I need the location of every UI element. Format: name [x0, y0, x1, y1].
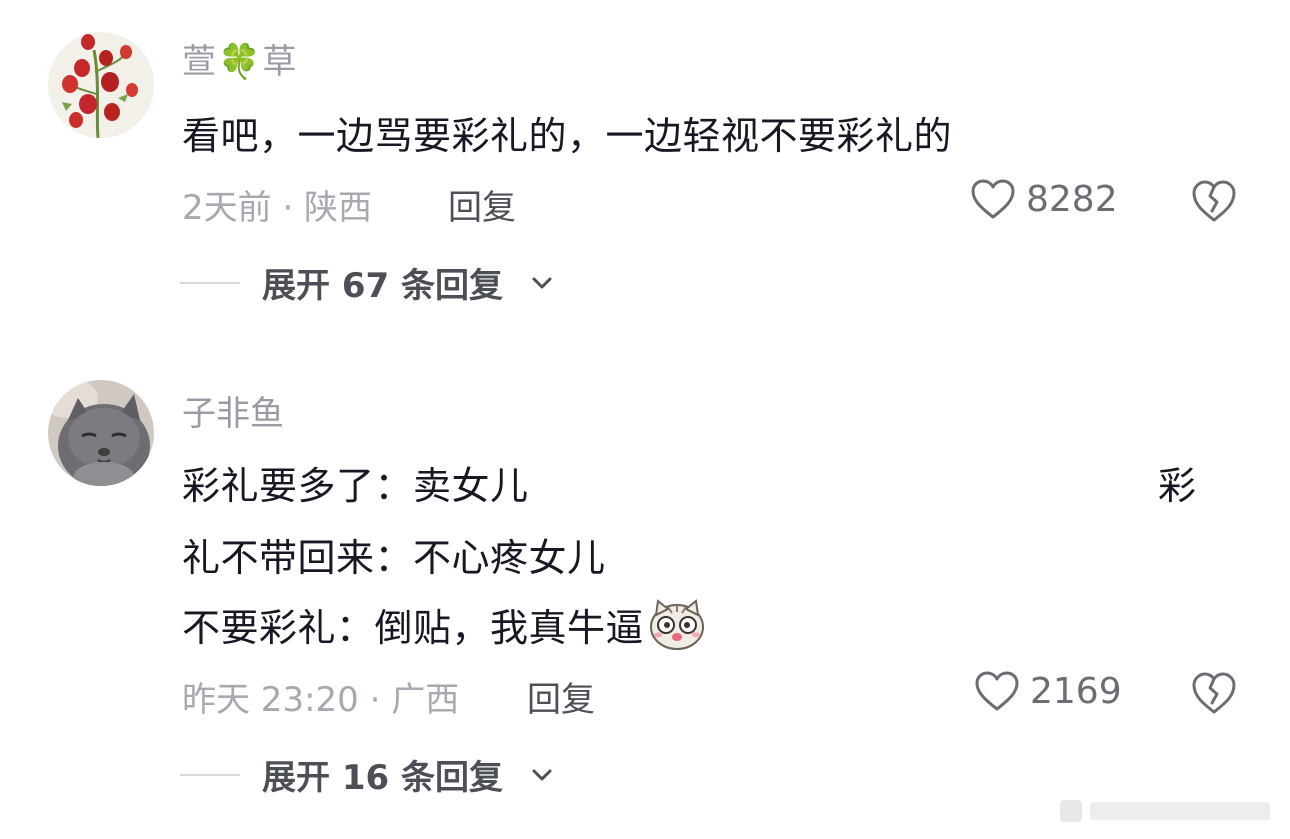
watermark-logo — [1060, 800, 1270, 822]
comment-text-line: 礼不带回来：不心疼女儿 — [182, 536, 606, 580]
comment-text-content: 不要彩礼：倒贴，我真牛逼 — [182, 606, 645, 650]
surprised-cat-emoji-icon — [650, 599, 705, 650]
comment-item: 子非鱼 彩礼要多了：卖女儿 彩 礼不带回来：不心疼女儿 不要彩礼：倒贴，我真牛逼… — [0, 0, 1290, 839]
gray-cat-avatar-icon — [48, 380, 154, 486]
comment-text-line: 彩礼要多了：卖女儿 — [182, 464, 529, 508]
heart-icon — [975, 671, 1019, 711]
comment-text-line: 不要彩礼：倒贴，我真牛逼 — [182, 597, 706, 652]
like-count: 2169 — [1030, 670, 1122, 712]
expand-replies-button[interactable]: 展开 16 条回复 — [180, 750, 553, 799]
divider-line — [180, 773, 240, 776]
comment-username[interactable]: 子非鱼 — [182, 386, 284, 435]
expand-label: 展开 16 条回复 — [262, 758, 503, 798]
user-avatar[interactable] — [48, 380, 154, 486]
like-button[interactable]: 2169 — [974, 670, 1122, 712]
chevron-down-icon — [532, 769, 552, 780]
reply-button[interactable]: 回复 — [527, 672, 595, 721]
broken-heart-icon[interactable] — [1190, 670, 1238, 716]
truncated-side-text: 彩 — [1158, 464, 1197, 508]
comment-meta: 昨天 23:20 · 广西 — [182, 680, 460, 720]
